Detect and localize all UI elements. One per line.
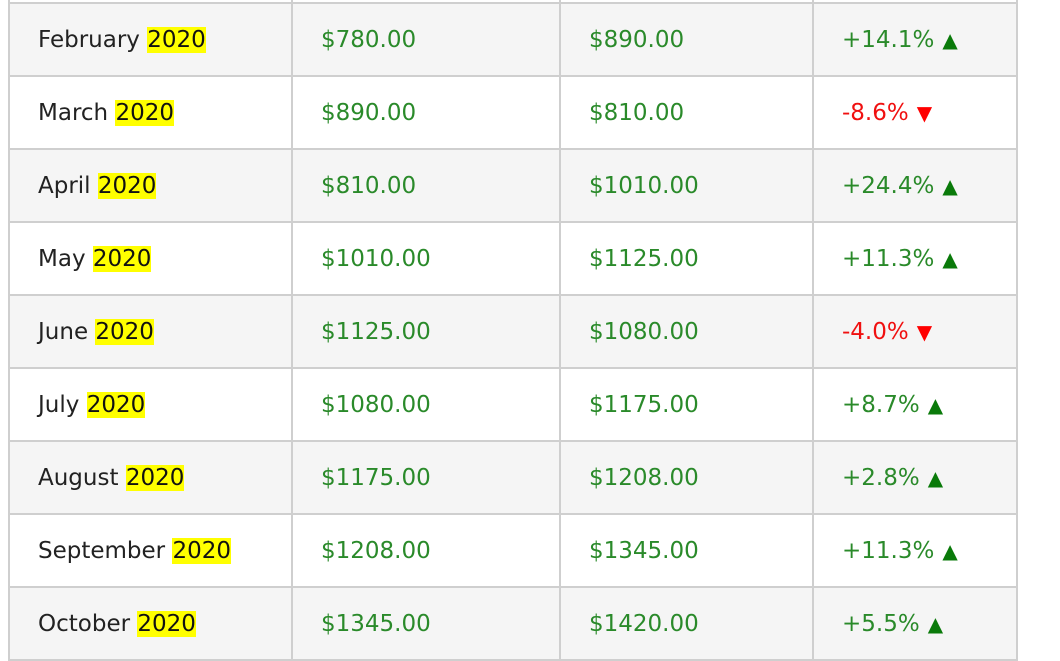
table-row: March 2020 $890.00 $810.00 -8.6% ▼ bbox=[8, 75, 1018, 150]
year-highlight: 2020 bbox=[115, 99, 174, 126]
month-cell: July 2020 bbox=[8, 367, 293, 442]
change-value: -8.6% bbox=[842, 99, 909, 126]
change-cell: +11.3% ▲ bbox=[812, 513, 1018, 588]
triangle-up-icon: ▲ bbox=[927, 611, 944, 636]
month-label: March bbox=[38, 99, 109, 126]
month-label: February bbox=[38, 26, 140, 53]
change-cell: -4.0% ▼ bbox=[812, 294, 1018, 369]
table-row: April 2020 $810.00 $1010.00 +24.4% ▲ bbox=[8, 148, 1018, 223]
month-label: June bbox=[38, 318, 89, 345]
month-cell: May 2020 bbox=[8, 221, 293, 296]
change-cell: +14.1% ▲ bbox=[812, 2, 1018, 77]
open-price-cell: $780.00 bbox=[291, 2, 561, 77]
change-value: +2.8% bbox=[842, 464, 920, 491]
triangle-up-icon: ▲ bbox=[942, 173, 958, 198]
triangle-down-icon: ▼ bbox=[916, 319, 933, 344]
close-price-cell: $1010.00 bbox=[559, 148, 814, 223]
open-price-cell: $1125.00 bbox=[291, 294, 561, 369]
year-highlight: 2020 bbox=[86, 391, 146, 418]
close-price-cell: $1420.00 bbox=[559, 586, 814, 661]
year-highlight: 2020 bbox=[92, 245, 152, 272]
month-cell: March 2020 bbox=[8, 75, 293, 150]
change-value: +24.4% bbox=[842, 172, 935, 199]
open-price-cell: $1345.00 bbox=[291, 586, 561, 661]
year-highlight: 2020 bbox=[97, 172, 157, 199]
table-row: September 2020 $1208.00 $1345.00 +11.3% ▲ bbox=[8, 513, 1018, 588]
close-price-cell: $810.00 bbox=[559, 75, 814, 150]
open-price-cell: $1080.00 bbox=[291, 367, 561, 442]
year-highlight: 2020 bbox=[95, 318, 154, 345]
change-cell: -8.6% ▼ bbox=[812, 75, 1018, 150]
month-label: October bbox=[38, 610, 131, 637]
table-row: July 2020 $1080.00 $1175.00 +8.7% ▲ bbox=[8, 367, 1018, 442]
table-row: October 2020 $1345.00 $1420.00 +5.5% ▲ bbox=[8, 586, 1018, 661]
table-row: August 2020 $1175.00 $1208.00 +2.8% ▲ bbox=[8, 440, 1018, 515]
table-row: May 2020 $1010.00 $1125.00 +11.3% ▲ bbox=[8, 221, 1018, 296]
month-cell: October 2020 bbox=[8, 586, 293, 661]
open-price-cell: $1010.00 bbox=[291, 221, 561, 296]
change-cell: +8.7% ▲ bbox=[812, 367, 1018, 442]
close-price-cell: $890.00 bbox=[559, 2, 814, 77]
month-label: August bbox=[38, 464, 119, 491]
close-price-cell: $1080.00 bbox=[559, 294, 814, 369]
close-price-cell: $1175.00 bbox=[559, 367, 814, 442]
triangle-up-icon: ▲ bbox=[942, 27, 958, 52]
open-price-cell: $890.00 bbox=[291, 75, 561, 150]
triangle-down-icon: ▼ bbox=[916, 100, 933, 125]
close-price-cell: $1345.00 bbox=[559, 513, 814, 588]
table-row: February 2020 $780.00 $890.00 +14.1% ▲ bbox=[8, 2, 1018, 77]
month-cell: August 2020 bbox=[8, 440, 293, 515]
year-highlight: 2020 bbox=[137, 610, 196, 637]
change-cell: +24.4% ▲ bbox=[812, 148, 1018, 223]
triangle-up-icon: ▲ bbox=[942, 246, 958, 271]
change-cell: +2.8% ▲ bbox=[812, 440, 1018, 515]
change-value: +11.3% bbox=[842, 245, 935, 272]
year-highlight: 2020 bbox=[125, 464, 185, 491]
month-label: May bbox=[38, 245, 86, 272]
month-cell: April 2020 bbox=[8, 148, 293, 223]
year-highlight: 2020 bbox=[147, 26, 206, 53]
month-label: April bbox=[38, 172, 91, 199]
change-value: +5.5% bbox=[842, 610, 920, 637]
month-label: July bbox=[38, 391, 80, 418]
triangle-up-icon: ▲ bbox=[927, 392, 944, 417]
month-cell: February 2020 bbox=[8, 2, 293, 77]
change-cell: +11.3% ▲ bbox=[812, 221, 1018, 296]
month-cell: September 2020 bbox=[8, 513, 293, 588]
change-value: +8.7% bbox=[842, 391, 920, 418]
price-table: February 2020 $780.00 $890.00 +14.1% ▲ March … bbox=[8, 0, 1018, 661]
month-cell: June 2020 bbox=[8, 294, 293, 369]
triangle-up-icon: ▲ bbox=[942, 538, 958, 563]
change-value: +11.3% bbox=[842, 537, 935, 564]
change-cell: +5.5% ▲ bbox=[812, 586, 1018, 661]
change-value: +14.1% bbox=[842, 26, 935, 53]
table-row: June 2020 $1125.00 $1080.00 -4.0% ▼ bbox=[8, 294, 1018, 369]
close-price-cell: $1125.00 bbox=[559, 221, 814, 296]
open-price-cell: $1208.00 bbox=[291, 513, 561, 588]
open-price-cell: $1175.00 bbox=[291, 440, 561, 515]
month-label: September bbox=[38, 537, 166, 564]
year-highlight: 2020 bbox=[172, 537, 231, 564]
triangle-up-icon: ▲ bbox=[927, 465, 944, 490]
open-price-cell: $810.00 bbox=[291, 148, 561, 223]
close-price-cell: $1208.00 bbox=[559, 440, 814, 515]
change-value: -4.0% bbox=[842, 318, 909, 345]
